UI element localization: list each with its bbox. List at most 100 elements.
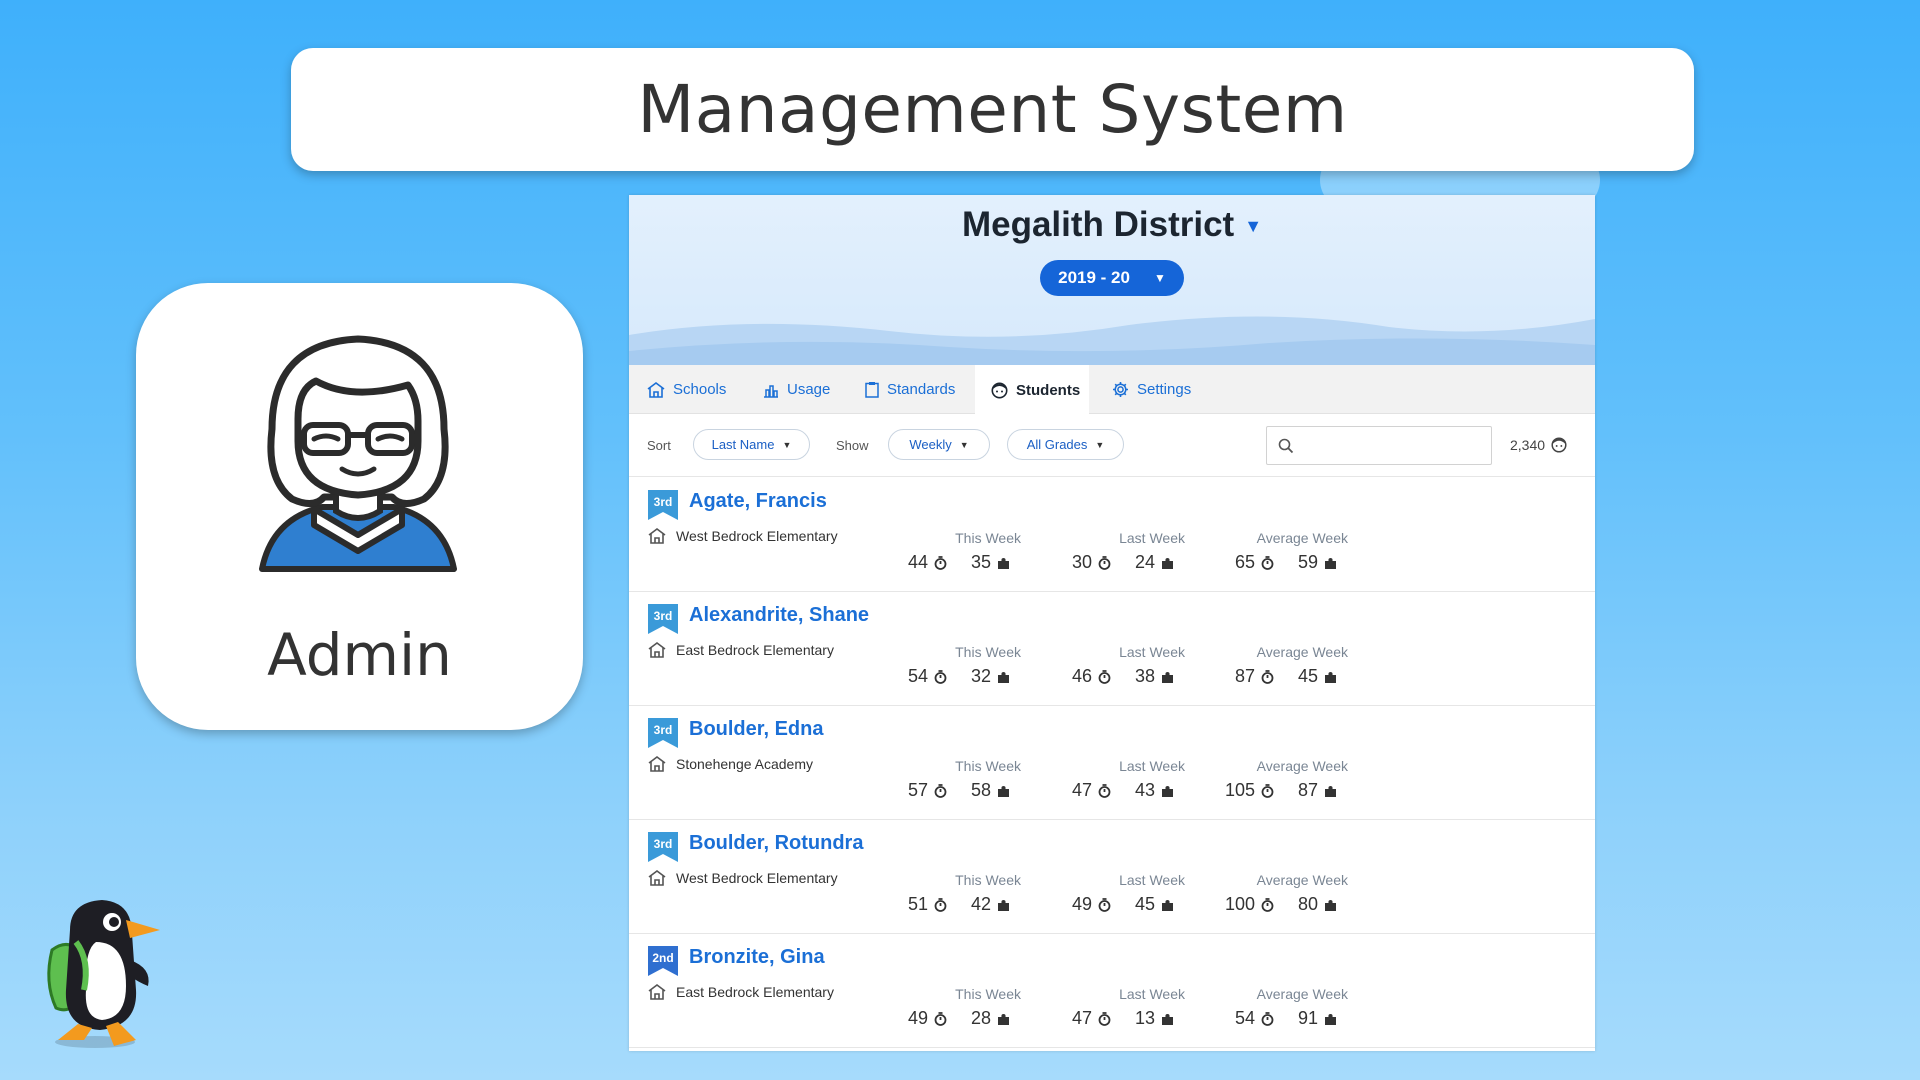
puzzle-piece-icon bbox=[1162, 671, 1173, 683]
puzzle-piece-icon bbox=[1325, 557, 1336, 569]
bar-chart-icon bbox=[764, 384, 778, 398]
time-value: 87 bbox=[1234, 666, 1255, 686]
week-label: Average Week bbox=[1256, 758, 1348, 774]
week-label: Average Week bbox=[1256, 644, 1348, 660]
school-info: East Bedrock Elementary bbox=[648, 984, 834, 1000]
puzzle-metric: 45 bbox=[1258, 666, 1338, 687]
week-label: This Week bbox=[955, 530, 1021, 546]
year-selector[interactable]: 2019 - 20 ▼ bbox=[1040, 260, 1184, 296]
puzzle-metric: 13 bbox=[1095, 1008, 1175, 1029]
time-value: 65 bbox=[1234, 552, 1255, 572]
student-face-icon bbox=[991, 382, 1008, 398]
school-name: East Bedrock Elementary bbox=[676, 642, 834, 658]
puzzle-metric: 32 bbox=[931, 666, 1011, 687]
caret-down-icon: ▼ bbox=[1095, 439, 1105, 450]
puzzle-value: 87 bbox=[1297, 780, 1318, 800]
time-value: 30 bbox=[1071, 552, 1092, 572]
student-name-link[interactable]: Alexandrite, Shane bbox=[689, 604, 869, 627]
admin-label: Admin bbox=[267, 621, 452, 689]
tab-usage[interactable]: Usage bbox=[763, 365, 843, 414]
puzzle-metric: 45 bbox=[1095, 894, 1175, 915]
puzzle-value: 13 bbox=[1134, 1008, 1155, 1028]
tab-label: Usage bbox=[787, 381, 831, 398]
student-row[interactable]: 2nd Bronzite, Gina East Bedrock Elementary… bbox=[629, 934, 1595, 1048]
penguin-mascot-icon bbox=[47, 900, 160, 1048]
puzzle-metric: 80 bbox=[1258, 894, 1338, 915]
search-input[interactable] bbox=[1303, 431, 1483, 460]
puzzle-value: 45 bbox=[1297, 666, 1318, 686]
student-row[interactable]: 3rd Boulder, Rotundra West Bedrock Element… bbox=[629, 820, 1595, 934]
school-name: Stonehenge Academy bbox=[676, 756, 813, 772]
grade-label: 3rd bbox=[653, 837, 673, 851]
district-name: Megalith District bbox=[961, 205, 1235, 244]
puzzle-value: 45 bbox=[1134, 894, 1155, 914]
week-label: This Week bbox=[955, 644, 1021, 660]
puzzle-value: 58 bbox=[970, 780, 991, 800]
puzzle-metric: 35 bbox=[931, 552, 1011, 573]
school-icon bbox=[648, 984, 666, 1000]
student-name-link[interactable]: Boulder, Edna bbox=[689, 718, 823, 741]
gear-icon bbox=[1113, 382, 1128, 397]
filter-toolbar: Sort Last Name ▼ Show Weekly ▼ All Grades ▼… bbox=[629, 414, 1595, 477]
week-label: Last Week bbox=[1119, 644, 1185, 660]
week-label: Last Week bbox=[1119, 530, 1185, 546]
puzzle-metric: 91 bbox=[1258, 1008, 1338, 1029]
time-value: 47 bbox=[1071, 780, 1092, 800]
puzzle-metric: 43 bbox=[1095, 780, 1175, 801]
puzzle-metric: 28 bbox=[931, 1008, 1011, 1029]
title-banner: Management System bbox=[291, 48, 1694, 171]
student-row[interactable]: 3rd Agate, Francis West Bedrock Elementary… bbox=[629, 478, 1595, 592]
time-value: 51 bbox=[907, 894, 928, 914]
week-label: Last Week bbox=[1119, 872, 1185, 888]
puzzle-piece-icon bbox=[1325, 785, 1336, 797]
student-list: 3rd Agate, Francis West Bedrock Elementary… bbox=[629, 478, 1595, 1048]
student-name-link[interactable]: Boulder, Rotundra bbox=[689, 832, 863, 855]
puzzle-value: 38 bbox=[1134, 666, 1155, 686]
school-icon bbox=[648, 756, 666, 772]
district-selector[interactable]: Megalith District ▼ bbox=[629, 205, 1595, 245]
puzzle-value: 28 bbox=[970, 1008, 991, 1028]
puzzle-value: 35 bbox=[970, 552, 991, 572]
puzzle-metric: 87 bbox=[1258, 780, 1338, 801]
student-count: 2,340 bbox=[1510, 437, 1567, 453]
student-name-link[interactable]: Bronzite, Gina bbox=[689, 946, 825, 969]
search-box[interactable] bbox=[1266, 426, 1492, 465]
tab-standards[interactable]: Standards bbox=[865, 365, 969, 414]
tab-bar: Schools Usage Standards Students Setting… bbox=[629, 365, 1595, 415]
week-label: This Week bbox=[955, 758, 1021, 774]
show-dropdown[interactable]: Weekly ▼ bbox=[888, 429, 990, 460]
admin-card: Admin bbox=[136, 283, 583, 730]
time-value: 100 bbox=[1224, 894, 1255, 914]
puzzle-metric: 24 bbox=[1095, 552, 1175, 573]
puzzle-piece-icon bbox=[998, 671, 1009, 683]
student-count-value: 2,340 bbox=[1510, 437, 1546, 453]
grade-badge: 3rd bbox=[648, 490, 678, 520]
school-icon bbox=[648, 642, 666, 658]
show-value: Weekly bbox=[909, 437, 952, 452]
student-row[interactable]: 3rd Alexandrite, Shane East Bedrock Elemen… bbox=[629, 592, 1595, 706]
tab-students[interactable]: Students bbox=[975, 365, 1089, 415]
puzzle-piece-icon bbox=[1325, 671, 1336, 683]
puzzle-piece-icon bbox=[1325, 1013, 1336, 1025]
grade-label: 3rd bbox=[653, 723, 673, 737]
student-name-link[interactable]: Agate, Francis bbox=[689, 490, 827, 513]
school-info: Stonehenge Academy bbox=[648, 756, 813, 772]
tab-schools[interactable]: Schools bbox=[647, 365, 743, 414]
grade-dropdown[interactable]: All Grades ▼ bbox=[1007, 429, 1124, 460]
sort-dropdown[interactable]: Last Name ▼ bbox=[693, 429, 810, 460]
school-name: West Bedrock Elementary bbox=[676, 528, 838, 544]
week-label: Last Week bbox=[1119, 986, 1185, 1002]
grade-badge: 3rd bbox=[648, 718, 678, 748]
app-window: Megalith District ▼ 2019 - 20 ▼ Schools Us… bbox=[629, 195, 1595, 1051]
puzzle-metric: 38 bbox=[1095, 666, 1175, 687]
grade-badge: 3rd bbox=[648, 832, 678, 862]
caret-down-icon: ▼ bbox=[782, 439, 792, 450]
tab-settings[interactable]: Settings bbox=[1112, 365, 1208, 414]
puzzle-metric: 59 bbox=[1258, 552, 1338, 573]
puzzle-value: 43 bbox=[1134, 780, 1155, 800]
time-value: 47 bbox=[1071, 1008, 1092, 1028]
student-row[interactable]: 3rd Boulder, Edna Stonehenge Academy This W… bbox=[629, 706, 1595, 820]
school-name: West Bedrock Elementary bbox=[676, 870, 838, 886]
student-face-icon bbox=[1551, 437, 1567, 453]
grade-label: 3rd bbox=[653, 609, 673, 623]
